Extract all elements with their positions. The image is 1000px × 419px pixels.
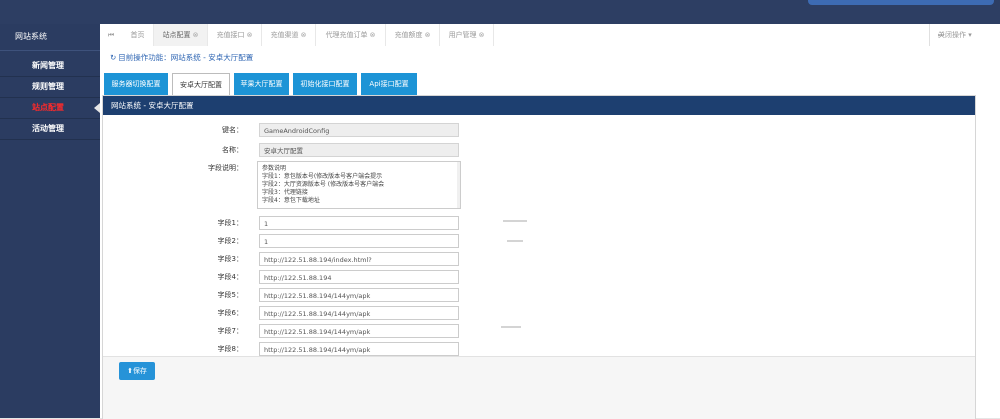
tab-close-icon[interactable]: ⊗ — [247, 24, 253, 46]
sidebar-item-rules[interactable]: 规则管理 — [0, 77, 100, 98]
sidebar: 网站系统 新闻管理 规则管理 站点配置 活动管理 — [0, 24, 100, 418]
sidebar-item-site-config[interactable]: 站点配置 — [0, 98, 100, 119]
subtab-init-api[interactable]: 初始化接口配置 — [293, 73, 357, 95]
field3-label: 字段3： — [217, 255, 243, 263]
page-tabs-bar: ⏮ 首页 站点配置 ⊗ 充值接口 ⊗ 充值渠道 ⊗ 代理充值订单 ⊗ 充值额度 ⊗ 用户管… — [100, 24, 1000, 47]
refresh-icon: ↻ — [110, 53, 117, 62]
field5-input[interactable]: http://122.51.88.194/144ym/apk — [259, 288, 459, 302]
tab-home[interactable]: 首页 — [122, 24, 154, 46]
save-button-label: 保存 — [132, 367, 147, 375]
field8-input[interactable]: http://122.51.88.194/144ym/apk — [259, 342, 459, 356]
tab-close-icon[interactable]: ⊗ — [301, 24, 307, 46]
sidebar-menu: 新闻管理 规则管理 站点配置 活动管理 — [0, 56, 100, 140]
description-label: 字段说明： — [208, 164, 243, 172]
field6-input[interactable]: http://122.51.88.194/144ym/apk — [259, 306, 459, 320]
description-line: 参数说明 — [262, 165, 287, 172]
name-label: 名称： — [222, 146, 243, 154]
save-button[interactable]: ⬆保存 — [119, 362, 155, 380]
textarea-scrollbar[interactable] — [457, 162, 460, 208]
tab-label: 首页 — [130, 31, 145, 39]
key-label: 键名： — [222, 126, 243, 134]
user-menu[interactable] — [808, 0, 994, 5]
description-line: 字段4：意包下载地址 — [262, 197, 320, 204]
subtab-server-switch[interactable]: 服务器切换配置 — [104, 73, 168, 95]
tab-site-config[interactable]: 站点配置 ⊗ — [154, 24, 208, 46]
tab-label: 充值接口 — [216, 31, 245, 39]
tab-recharge-api[interactable]: 充值接口 ⊗ — [208, 24, 262, 46]
description-line: 字段1：意包版本号(修改版本号客户端会提示 — [262, 173, 383, 180]
field1-label: 字段1： — [217, 219, 243, 227]
tab-close-icon[interactable]: ⊗ — [193, 24, 199, 46]
description-textarea[interactable]: 参数说明 字段1：意包版本号(修改版本号客户端会提示 字段2：大厅资源版本号 (… — [257, 161, 461, 209]
field4-label: 字段4： — [217, 273, 243, 281]
sidebar-title: 网站系统 — [0, 24, 100, 51]
sidebar-item-news[interactable]: 新闻管理 — [0, 56, 100, 77]
panel-title: 网站系统 - 安卓大厅配置 — [103, 96, 975, 115]
key-field: GameAndroidConfig — [259, 123, 459, 137]
subtab-api-config[interactable]: Api接口配置 — [361, 73, 417, 95]
tab-user-management[interactable]: 用户管理 ⊗ — [440, 24, 494, 46]
field7-input[interactable]: http://122.51.88.194/144ym/apk — [259, 324, 459, 338]
tab-close-icon[interactable]: ⊗ — [370, 24, 376, 46]
field3-input[interactable]: http://122.51.88.194/index.html? — [259, 252, 459, 266]
top-header — [0, 0, 1000, 24]
subtab-ios-lobby[interactable]: 苹果大厅配置 — [234, 73, 289, 95]
field6-label: 字段6： — [217, 309, 243, 317]
form-footer: ⬆保存 — [103, 356, 975, 419]
description-line: 字段2：大厅资源版本号 (修改版本号客户端会 — [262, 181, 385, 188]
tab-label: 充值渠道 — [270, 31, 299, 39]
description-line: 字段3：代理链接 — [262, 189, 308, 196]
blur-mark — [507, 240, 523, 242]
field5-label: 字段5： — [217, 291, 243, 299]
tab-label: 站点配置 — [162, 31, 191, 39]
main-content: ↻ 目前操作功能：网站系统 - 安卓大厅配置 服务器切换配置 安卓大厅配置 苹果大… — [100, 46, 1000, 419]
tabs-prev-icon[interactable]: ⏮ — [100, 24, 122, 46]
field7-label: 字段7： — [217, 327, 243, 335]
breadcrumb-text: 目前操作功能：网站系统 - 安卓大厅配置 — [118, 53, 254, 62]
name-field: 安卓大厅配置 — [259, 143, 459, 157]
breadcrumb: ↻ 目前操作功能：网站系统 - 安卓大厅配置 — [110, 52, 253, 63]
config-panel: 网站系统 - 安卓大厅配置 键名： GameAndroidConfig 名称： … — [102, 95, 976, 419]
field4-input[interactable]: http://122.51.88.194 — [259, 270, 459, 284]
blur-mark — [503, 220, 527, 222]
close-operations-button[interactable]: 关闭操作 ▾ — [929, 24, 1000, 46]
field2-label: 字段2： — [217, 237, 243, 245]
tab-close-icon[interactable]: ⊗ — [479, 24, 485, 46]
blur-mark — [501, 326, 521, 328]
field1-input[interactable]: 1 — [259, 216, 459, 230]
close-operations-label: 关闭操作 — [938, 31, 966, 39]
field8-label: 字段8： — [217, 345, 243, 353]
tab-recharge-channel[interactable]: 充值渠道 ⊗ — [262, 24, 316, 46]
tab-label: 用户管理 — [448, 31, 477, 39]
tab-close-icon[interactable]: ⊗ — [425, 24, 431, 46]
tab-recharge-quota[interactable]: 充值额度 ⊗ — [386, 24, 440, 46]
subtab-android-lobby[interactable]: 安卓大厅配置 — [172, 73, 230, 97]
tab-label: 代理充值订单 — [325, 31, 368, 39]
field2-input[interactable]: 1 — [259, 234, 459, 248]
tab-agent-orders[interactable]: 代理充值订单 ⊗ — [316, 24, 386, 46]
chevron-down-icon: ▾ — [968, 31, 972, 39]
tab-label: 充值额度 — [394, 31, 423, 39]
sidebar-item-activities[interactable]: 活动管理 — [0, 119, 100, 140]
